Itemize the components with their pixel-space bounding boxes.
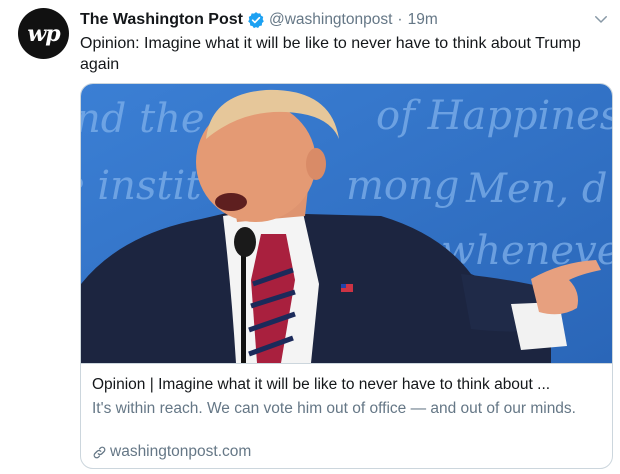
avatar[interactable]: wp <box>18 8 69 59</box>
avatar-logo: wp <box>27 20 60 47</box>
link-card[interactable]: nd the of Happines e instit mong Men, d … <box>80 83 613 469</box>
author-handle[interactable]: @washingtonpost <box>269 11 392 29</box>
card-body[interactable]: Opinion | Imagine what it will be like t… <box>81 363 612 468</box>
timestamp[interactable]: 19m <box>408 11 438 29</box>
backdrop-text-line: e instit <box>81 163 202 209</box>
card-description: It's within reach. We can vote him out o… <box>92 400 576 417</box>
card-domain-text: washingtonpost.com <box>110 443 252 460</box>
tweet-text: Opinion: Imagine what it will be like to… <box>80 35 581 73</box>
verified-badge-icon <box>248 12 264 29</box>
backdrop-text-line: nd the <box>81 96 205 142</box>
backdrop-text-line: Men, d <box>465 166 607 212</box>
card-domain[interactable]: washingtonpost.com <box>92 443 251 461</box>
chevron-down-icon[interactable] <box>592 10 610 28</box>
header-separator: · <box>397 11 403 28</box>
tweet-header: The Washington Post @washingtonpost · 19… <box>80 9 438 31</box>
card-title[interactable]: Opinion | Imagine what it will be like t… <box>92 375 604 395</box>
backdrop-text-line: mong <box>346 163 459 209</box>
tweet[interactable]: wp The Washington Post @washingtonpost ·… <box>0 0 620 474</box>
backdrop-text-line: of Happines <box>376 93 612 139</box>
author-name[interactable]: The Washington Post <box>80 11 243 29</box>
card-image[interactable]: nd the of Happines e instit mong Men, d … <box>81 84 612 363</box>
link-icon <box>93 446 106 458</box>
